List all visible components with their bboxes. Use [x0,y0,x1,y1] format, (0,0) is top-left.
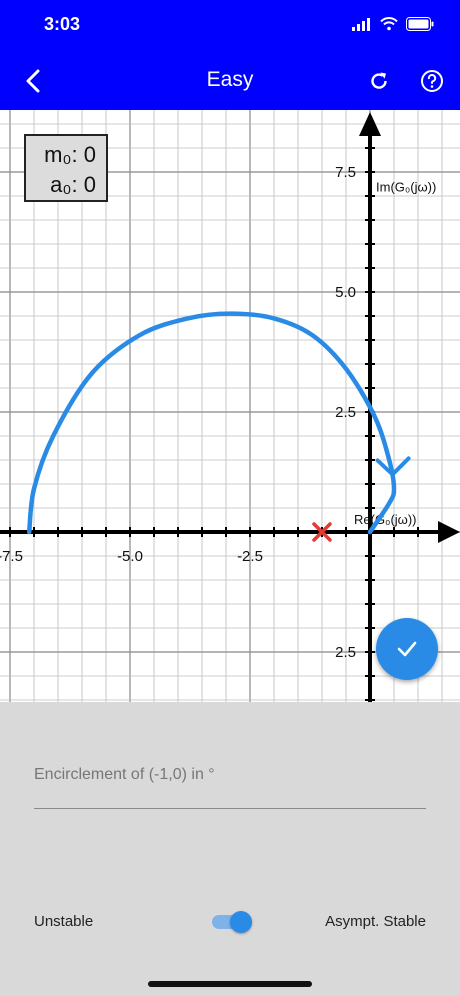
check-icon [397,641,417,657]
help-button[interactable] [415,64,449,98]
battery-icon [406,17,434,31]
x-tick-label: -2.5 [237,548,263,565]
y-tick-label: 5.0 [335,284,356,301]
asympt-stable-label: Asympt. Stable [325,913,426,930]
x-axis-label: Re(G₀(jω)) [354,512,416,527]
status-time: 3:03 [44,14,81,34]
home-indicator [148,981,312,987]
nyquist-curve-line [26,311,397,535]
wifi-icon [380,17,398,31]
legend-m0: m₀: 0 [44,142,96,167]
x-tick-label: -7.5 [0,548,23,565]
answer-panel [0,702,460,996]
unstable-label: Unstable [34,913,94,930]
app-bar: Easy [0,50,460,110]
legend-a0: a₀: 0 [50,172,96,197]
submit-button[interactable] [376,618,438,680]
encirclement-input[interactable] [34,766,426,784]
stability-toggle[interactable] [212,910,252,934]
y-tick-label: 7.5 [335,164,356,181]
status-icons [352,14,434,34]
encirclement-field[interactable] [34,764,426,809]
status-bar: 3:03 [0,0,460,50]
refresh-icon [371,72,387,89]
plot-curve [26,311,411,542]
signal-icon [352,18,370,31]
y-tick-label: 2.5 [335,644,356,661]
y-axis-label: Im(G₀(jω)) [376,179,436,194]
toggle-knob [230,911,252,933]
help-icon [421,70,443,92]
x-tick-label: -5.0 [117,548,143,565]
gain-phase-legend: m₀: 0 a₀: 0 [24,134,108,202]
y-tick-label: 2.5 [335,404,356,421]
reset-button[interactable] [362,64,396,98]
